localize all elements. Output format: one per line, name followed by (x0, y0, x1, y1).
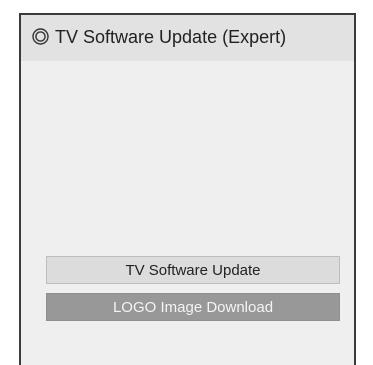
logo-image-download-button[interactable]: LOGO Image Download (46, 293, 340, 321)
title-bar: TV Software Update (Expert) (21, 15, 354, 61)
tv-software-update-label: TV Software Update (125, 261, 261, 279)
tv-software-update-button[interactable]: TV Software Update (46, 256, 340, 284)
screen: TV Software Update (Expert) TV Software … (0, 0, 373, 365)
logo-image-download-label: LOGO Image Download (112, 298, 274, 316)
power-circle-icon (32, 28, 49, 45)
window-title: TV Software Update (Expert) (55, 27, 287, 47)
software-update-window: TV Software Update (Expert) TV Software … (19, 13, 356, 365)
